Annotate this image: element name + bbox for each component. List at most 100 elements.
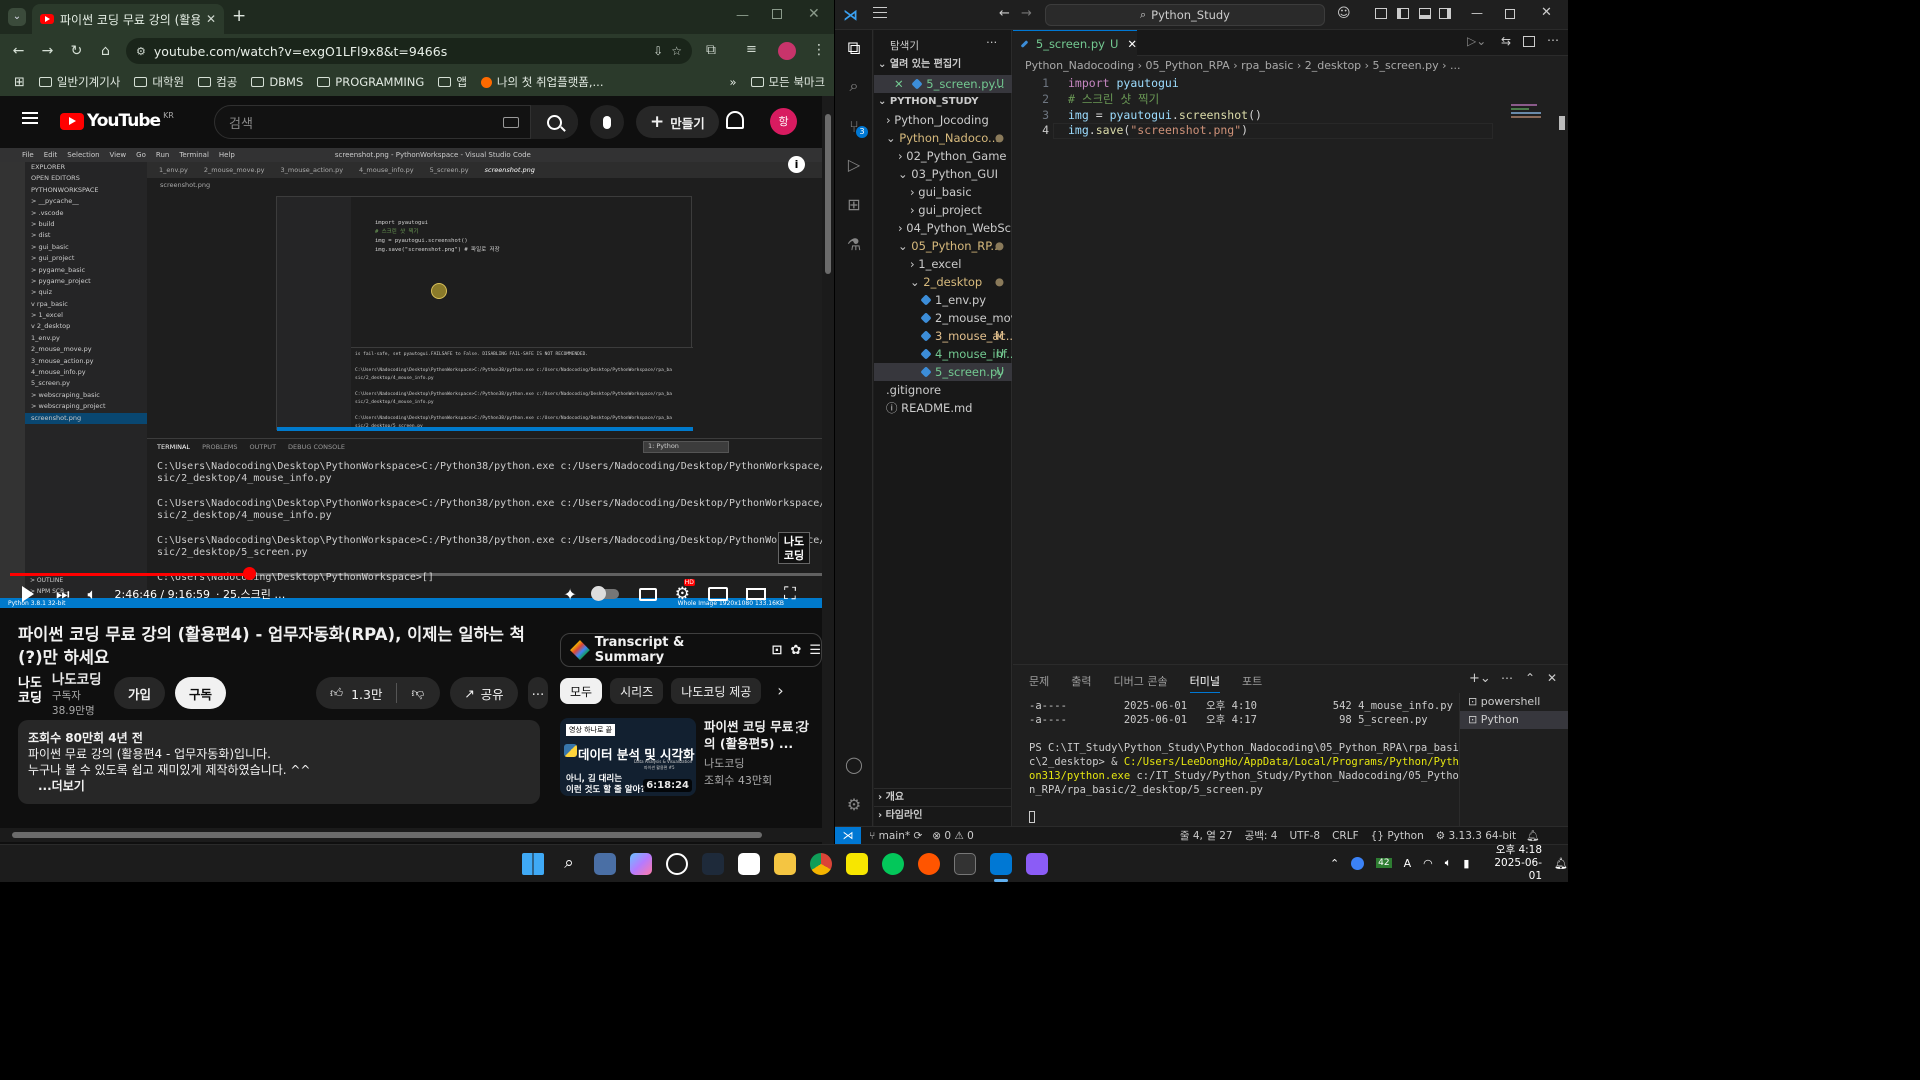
search-icon[interactable]: ⌕	[558, 853, 580, 875]
volume-icon[interactable]: 🔈︎	[1445, 856, 1452, 870]
apps-grid-icon[interactable]: ⊞	[14, 75, 25, 90]
window-minimize-icon[interactable]: —	[1471, 6, 1483, 20]
tree-item[interactable]: 5_screen.py U	[874, 363, 1012, 381]
tree-item[interactable]: › Python_Jocoding	[874, 111, 1012, 129]
tree-item[interactable]: 2_mouse_move.py	[874, 309, 1012, 327]
voice-search-button[interactable]	[590, 105, 624, 139]
tree-item[interactable]: 3_mouse_ac... M	[874, 327, 1012, 345]
tray-badge[interactable]: 42	[1376, 858, 1392, 868]
clock[interactable]: 오후 4:18 2025-06-01	[1481, 844, 1542, 883]
encoding[interactable]: UTF-8	[1289, 830, 1320, 842]
tab-close-icon[interactable]: ✕	[1127, 37, 1137, 51]
wifi-icon[interactable]: ◠	[1423, 857, 1433, 870]
tree-item[interactable]: ⌄ 05_Python_RP... ●	[874, 237, 1012, 255]
horizontal-scrollbar[interactable]	[0, 828, 822, 842]
editor-tab-active[interactable]: 5_screen.py U ✕	[1013, 30, 1137, 56]
bookmark-folder[interactable]: 컴공	[198, 74, 237, 90]
kakaotalk-icon[interactable]	[846, 853, 868, 875]
tree-item[interactable]: ⌄ 2_desktop ●	[874, 273, 1012, 291]
address-bar[interactable]: ⚙ youtube.com/watch?v=exgO1LFl9x8&t=9466…	[126, 38, 692, 64]
start-windows-icon[interactable]	[522, 853, 544, 875]
subtitles-icon[interactable]	[638, 587, 657, 601]
toggle-panel-icon[interactable]	[1419, 8, 1431, 19]
tree-item[interactable]: ⌄ 03_Python_GUI	[874, 165, 1012, 183]
minimap[interactable]	[1511, 102, 1561, 142]
transcript-summary-panel[interactable]: Transcript & Summary ⊡ ✿ ☰	[560, 633, 822, 667]
testing-icon[interactable]: ⚗	[844, 234, 864, 254]
more-bookmarks-icon[interactable]: »	[729, 75, 736, 89]
indentation[interactable]: 공백: 4	[1245, 828, 1278, 843]
window-maximize-icon[interactable]	[772, 9, 782, 19]
chrome-menu-icon[interactable]: ⋮	[812, 42, 826, 58]
notifications-bell-icon[interactable]	[726, 111, 744, 129]
settings-gear-icon[interactable]: ⚙ HD	[675, 579, 695, 604]
recommended-more-icon[interactable]: ⋮	[790, 720, 804, 736]
manage-gear-icon[interactable]: ⚙	[844, 794, 864, 814]
like-button[interactable]: 👍︎ 1.3만 👎︎	[316, 677, 441, 709]
extensions-icon[interactable]: ⧉	[706, 42, 716, 58]
search-button[interactable]	[530, 105, 578, 139]
app-icon[interactable]	[702, 853, 724, 875]
install-app-icon[interactable]: ⇩	[653, 44, 663, 58]
search-icon[interactable]: ⌕	[844, 76, 864, 96]
youtube-search-input[interactable]: 검색	[214, 105, 578, 139]
nav-back-icon[interactable]: ←	[999, 6, 1010, 21]
tree-item[interactable]: 1_env.py	[874, 291, 1012, 309]
line-ending[interactable]: CRLF	[1332, 830, 1359, 842]
tray-app-icon[interactable]	[1351, 856, 1365, 870]
media-icon[interactable]: ≡	[746, 42, 757, 57]
chip-channel[interactable]: 나도코딩 제공	[671, 678, 762, 704]
youtube-logo[interactable]: YouTube KR	[60, 111, 174, 131]
open-editors-header[interactable]: ⌄ 열려 있는 편집기	[874, 56, 1012, 74]
explorer-icon[interactable]: ⧉	[844, 38, 864, 59]
notifications-bell-icon[interactable]: 🔔︎	[1526, 829, 1539, 842]
tab-search-button[interactable]: ⌄	[8, 8, 26, 26]
outline-section[interactable]: › 개요	[874, 788, 1012, 806]
autoplay-toggle[interactable]	[590, 586, 619, 601]
tree-item[interactable]: .gitignore	[874, 381, 1012, 399]
tree-item[interactable]: › 1_excel	[874, 255, 1012, 273]
channel-name[interactable]: 나도코딩	[52, 668, 104, 688]
widgets-icon[interactable]	[594, 853, 616, 875]
naver-icon[interactable]	[882, 853, 904, 875]
chips-next-icon[interactable]: ›	[777, 678, 783, 706]
copilot-icon[interactable]	[630, 853, 652, 875]
progress-scrubber[interactable]	[242, 567, 256, 580]
vscode-icon[interactable]	[990, 853, 1012, 875]
panel-tab[interactable]: 출력	[1071, 673, 1091, 693]
accounts-icon[interactable]: ◯	[844, 754, 864, 774]
home-icon[interactable]: ⌂	[91, 43, 120, 59]
gemini-icon[interactable]	[738, 853, 760, 875]
interpreter[interactable]: ⚙ 3.13.3 64-bit	[1436, 830, 1516, 842]
window-minimize-icon[interactable]: —	[736, 8, 749, 23]
explorer-more-icon[interactable]: ⋯	[986, 35, 998, 49]
window-maximize-icon[interactable]	[1505, 9, 1515, 19]
branch-indicator[interactable]: ⑂ main* ⟳	[869, 830, 922, 842]
open-editor-item[interactable]: ✕ 5_screen.py... U	[874, 75, 1012, 93]
hamburger-menu-icon[interactable]	[22, 112, 38, 124]
tab-close-icon[interactable]: ✕	[206, 12, 216, 26]
vertical-scrollbar[interactable]	[822, 96, 834, 844]
remote-indicator-icon[interactable]: ⋊	[835, 826, 861, 844]
timeline-section[interactable]: › 타임라인	[874, 806, 1012, 824]
workspace-header[interactable]: ⌄ PYTHON_STUDY	[874, 93, 1012, 111]
channel-avatar[interactable]: 나도 코딩	[18, 676, 42, 710]
profile-avatar[interactable]	[778, 42, 796, 60]
chatgpt-icon[interactable]	[666, 853, 688, 875]
tree-item[interactable]: › 04_Python_WebScra...	[874, 219, 1012, 237]
app-icon[interactable]	[1026, 853, 1048, 875]
ime-indicator[interactable]: A	[1404, 857, 1412, 870]
fullscreen-icon[interactable]: ⛶	[784, 584, 796, 604]
bookmark-folder[interactable]: 앱	[438, 74, 467, 90]
bookmark-folder[interactable]: DBMS	[251, 75, 303, 89]
toggle-sidebar-icon[interactable]	[1397, 8, 1409, 19]
tree-item[interactable]: 4_mouse_inf... U	[874, 345, 1012, 363]
tree-item[interactable]: ⌄ Python_Nadoco... ●	[874, 129, 1012, 147]
description-box[interactable]: 조회수 80만회 4년 전 파이썬 무료 강의 (활용편4 - 업무자동화)입니…	[18, 720, 540, 804]
language-mode[interactable]: {} Python	[1371, 830, 1424, 842]
play-icon[interactable]	[22, 586, 34, 602]
miniplayer-icon[interactable]	[708, 587, 729, 601]
tree-item[interactable]: › gui_project	[874, 201, 1012, 219]
ai-tool-icon[interactable]: ⊡	[772, 643, 783, 658]
forward-icon[interactable]: →	[33, 43, 62, 59]
